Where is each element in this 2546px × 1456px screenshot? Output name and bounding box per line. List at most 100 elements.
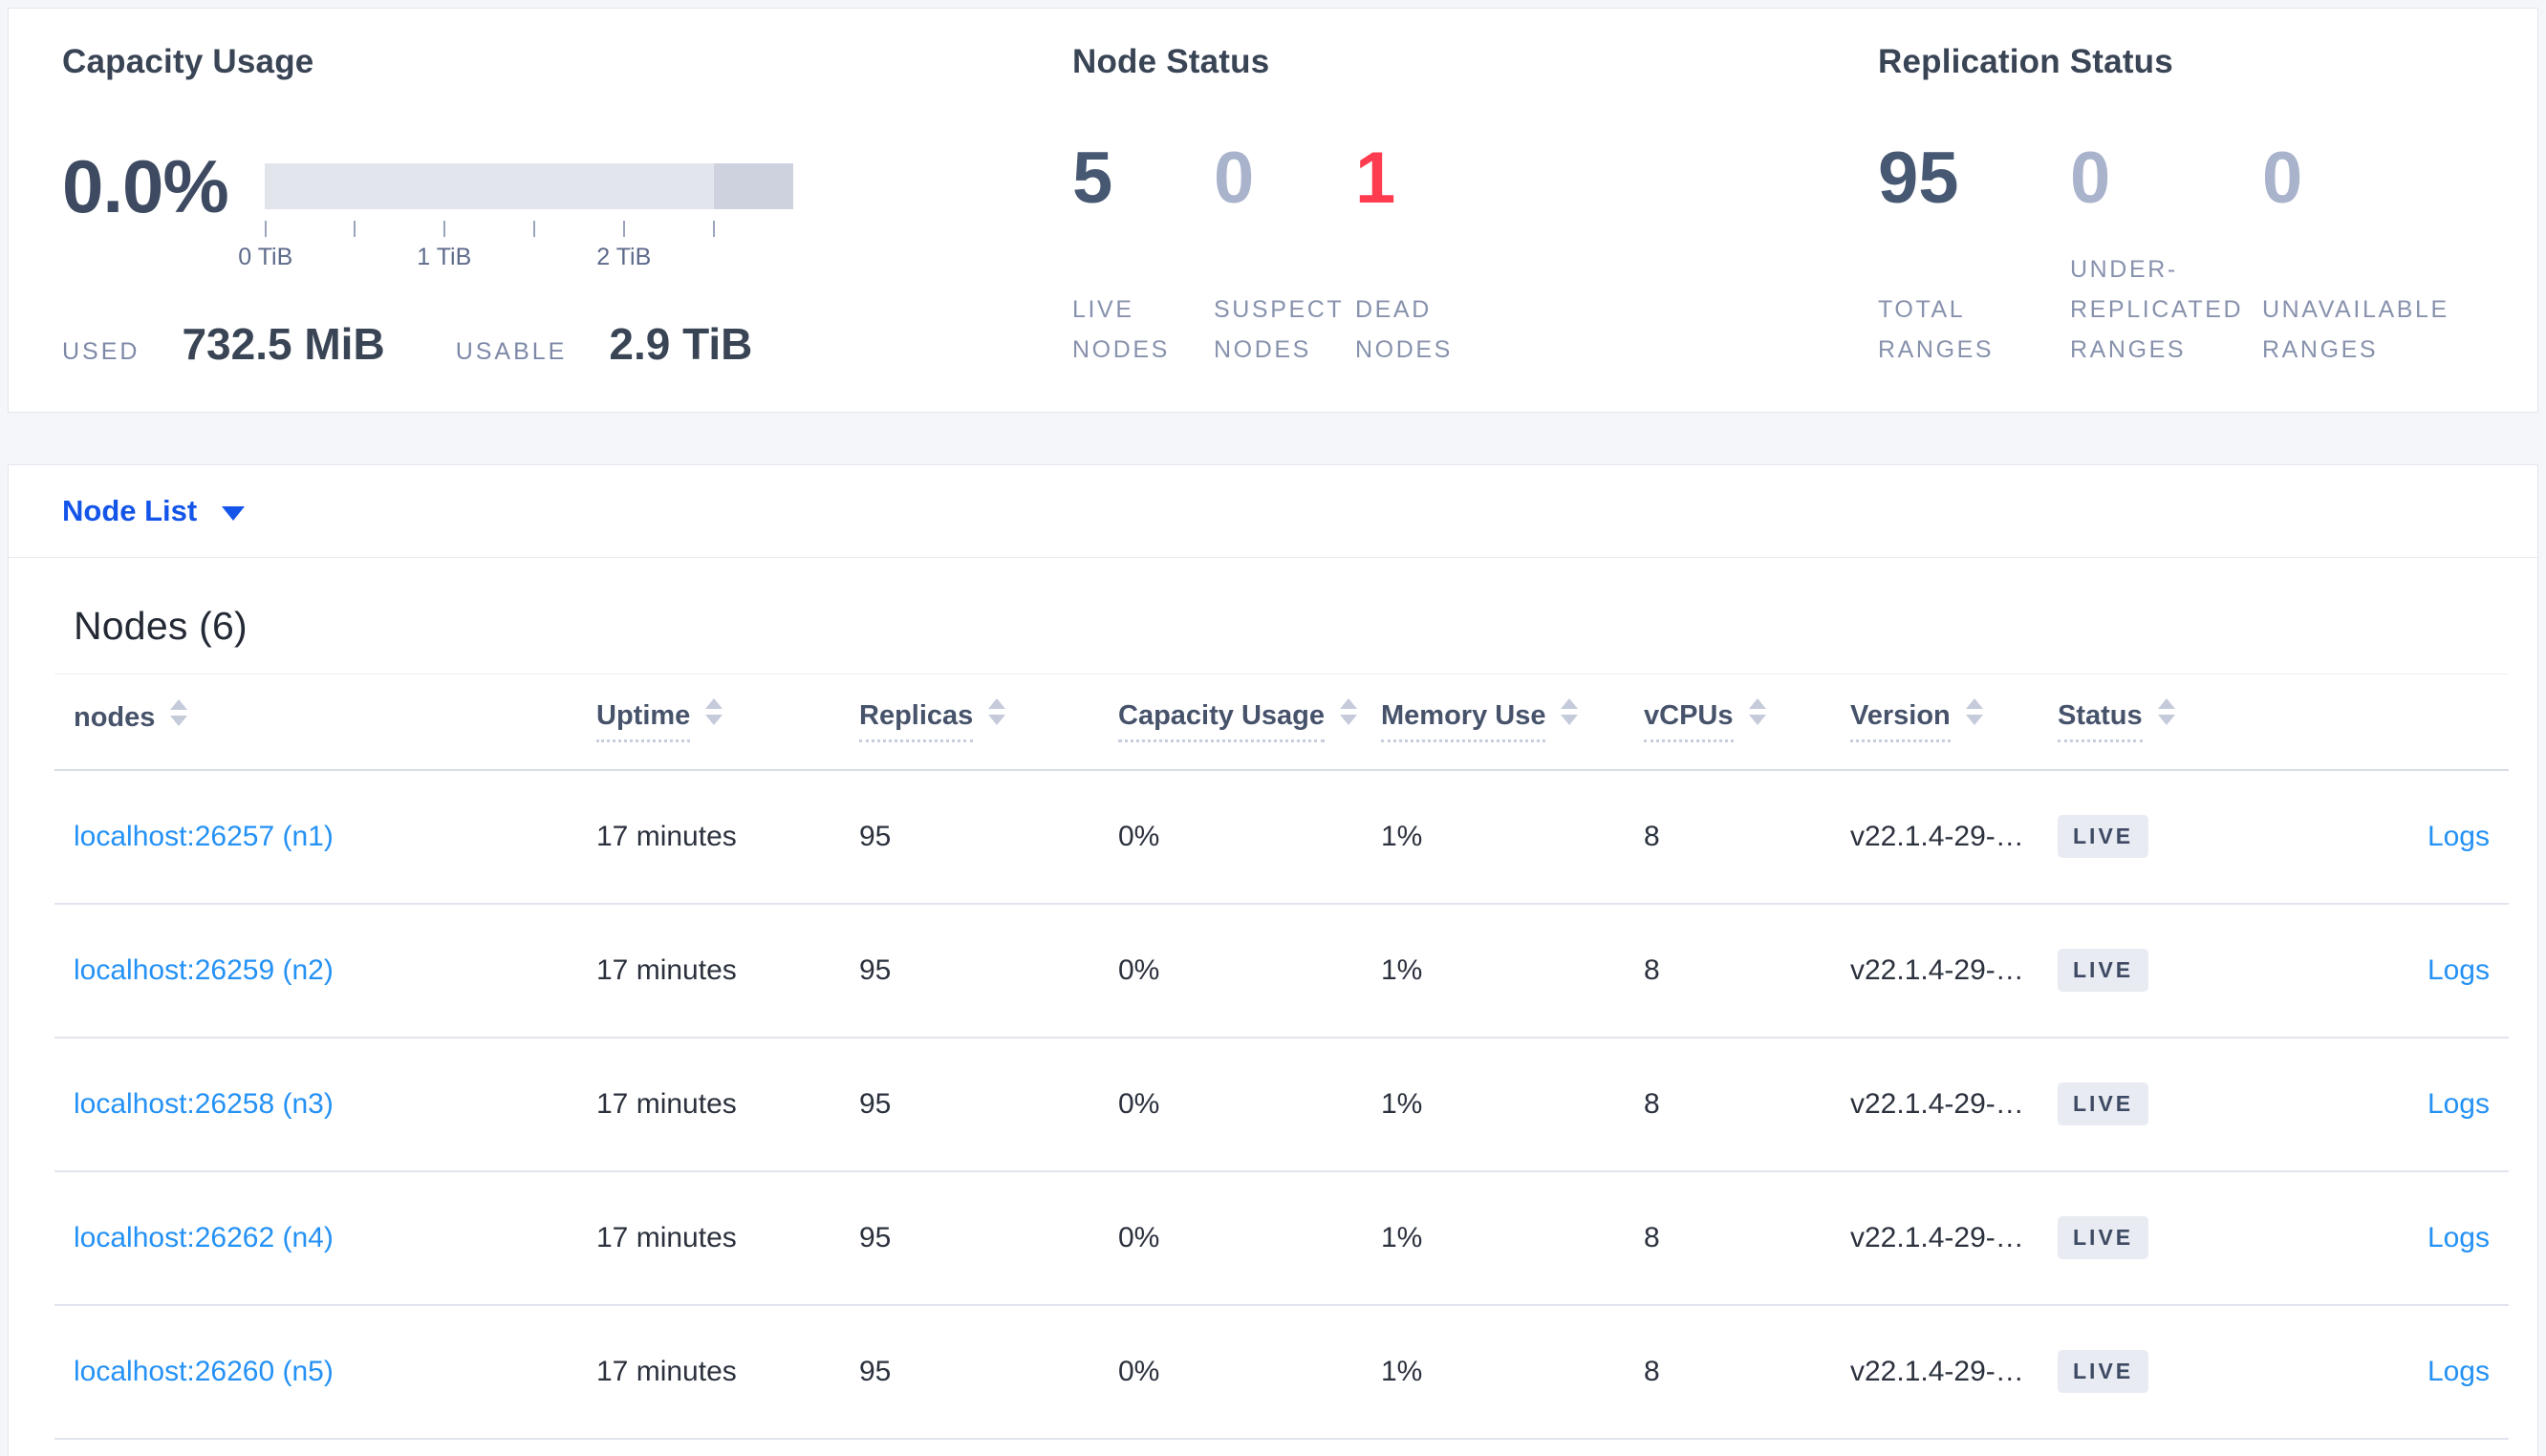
capacity-usage-cell-cell: 0% — [1099, 903, 1362, 1038]
col-header-label[interactable]: vCPUs — [1644, 700, 1734, 743]
gauge-tick-label: 0 TiB — [238, 244, 293, 270]
logs-link[interactable]: Logs — [2427, 1088, 2490, 1120]
gauge-tick-label: 1 TiB — [417, 244, 472, 270]
sort-icon[interactable] — [170, 699, 188, 727]
nodes-table: nodes Uptime Replicas Capacity Usage Memory … — [54, 674, 2509, 1440]
col-header-vcpus[interactable]: vCPUs — [1625, 674, 1831, 771]
replication-status-panel: Replication Status 95 0 0 TOTAL RANGES U… — [1878, 9, 2537, 412]
status-badge: LIVE — [2058, 815, 2149, 858]
node-link[interactable]: localhost:26260 (n5) — [74, 1356, 334, 1387]
sort-icon[interactable] — [1965, 697, 1983, 725]
total-ranges-count: 95 — [1878, 138, 1959, 219]
capacity-bar: 0 TiB 1 TiB 2 TiB — [238, 163, 793, 270]
sort-icon[interactable] — [1561, 697, 1579, 725]
logs-link-cell: Logs — [2268, 1037, 2509, 1172]
usable-label: USABLE — [455, 338, 568, 365]
version-cell-cell: v22.1.4-29-g… — [1831, 769, 2039, 905]
replicas-cell-cell: 95 — [840, 769, 1099, 905]
live-nodes-label: LIVE NODES — [1072, 296, 1170, 363]
vcpus-cell-cell: 8 — [1625, 903, 1831, 1038]
table-row: localhost:26260 (n5) 17 minutes 95 0% 1% 8 v22… — [54, 1304, 2509, 1440]
node-link[interactable]: localhost:26262 (n4) — [74, 1222, 334, 1253]
node-list-panel: Node List Nodes (6) nodes Uptime Replicas C… — [8, 464, 2538, 1456]
uptime-cell-cell: 17 minutes — [577, 1170, 840, 1306]
status-badge-cell: LIVE — [2039, 903, 2268, 1038]
dead-nodes-count: 1 — [1355, 138, 1396, 219]
logs-link-cell: Logs — [2268, 903, 2509, 1038]
replication-status-title: Replication Status — [1878, 43, 2173, 80]
view-selector-label[interactable]: Node List — [62, 494, 197, 528]
status-badge: LIVE — [2058, 1350, 2149, 1393]
table-row: localhost:26259 (n2) 17 minutes 95 0% 1% 8 v22… — [54, 903, 2509, 1038]
logs-link-cell: Logs — [2268, 1170, 2509, 1306]
col-header-label[interactable]: Capacity Usage — [1118, 700, 1325, 743]
col-header-status[interactable]: Status — [2039, 674, 2268, 771]
logs-link[interactable]: Logs — [2427, 1222, 2490, 1253]
vcpus-cell-cell: 8 — [1625, 1170, 1831, 1306]
view-selector-dropdown[interactable]: Node List — [9, 465, 2537, 558]
node-link[interactable]: localhost:26257 (n1) — [74, 821, 334, 852]
node-link-cell: localhost:26257 (n1) — [54, 769, 577, 905]
node-status-panel: Node Status 5 0 1 LIVE NODES SUSPECT NOD… — [1072, 9, 1878, 412]
replication-values: 95 0 0 — [1878, 142, 2537, 215]
memory-use-cell-cell: 1% — [1362, 1170, 1625, 1306]
col-header-memory-use[interactable]: Memory Use — [1362, 674, 1625, 771]
sort-icon[interactable] — [1340, 697, 1357, 725]
gauge-tick — [532, 221, 535, 237]
replicas-cell-cell: 95 — [840, 1170, 1099, 1306]
replicas-cell-cell: 95 — [840, 903, 1099, 1038]
node-status-title: Node Status — [1072, 43, 1270, 80]
under-replicated-ranges-count: 0 — [2070, 138, 2111, 219]
capacity-percent: 0.0% — [62, 144, 229, 228]
node-link-cell: localhost:26258 (n3) — [54, 1037, 577, 1172]
col-header-label[interactable]: Uptime — [596, 700, 691, 743]
col-header-replicas[interactable]: Replicas — [840, 674, 1099, 771]
sort-icon[interactable] — [1748, 697, 1766, 725]
capacity-usage-title: Capacity Usage — [62, 43, 314, 80]
vcpus-cell-cell: 8 — [1625, 1304, 1831, 1440]
memory-use-cell-cell: 1% — [1362, 1304, 1625, 1440]
suspect-nodes-count: 0 — [1214, 138, 1255, 219]
status-badge: LIVE — [2058, 1082, 2149, 1125]
col-header-label[interactable]: nodes — [74, 702, 155, 741]
logs-link[interactable]: Logs — [2427, 821, 2490, 852]
memory-use-cell-cell: 1% — [1362, 769, 1625, 905]
col-header-label[interactable]: Status — [2058, 700, 2143, 743]
nodes-section: Nodes (6) nodes Uptime Replicas Capacity Us… — [9, 558, 2537, 1440]
col-header-label[interactable]: Version — [1850, 700, 1951, 743]
col-header-label[interactable]: Memory Use — [1381, 700, 1546, 743]
capacity-usage-cell-cell: 0% — [1099, 1304, 1362, 1440]
capacity-usage-cell-cell: 0% — [1099, 1170, 1362, 1306]
node-link[interactable]: localhost:26259 (n2) — [74, 954, 334, 986]
col-header-label[interactable]: Replicas — [859, 700, 974, 743]
logs-link[interactable]: Logs — [2427, 954, 2490, 986]
col-header-capacity-usage[interactable]: Capacity Usage — [1099, 674, 1362, 771]
memory-use-cell-cell: 1% — [1362, 903, 1625, 1038]
logs-link-cell: Logs — [2268, 769, 2509, 905]
under-replicated-ranges-label: UNDER-REPLICATED RANGES — [2070, 256, 2244, 363]
node-link[interactable]: localhost:26258 (n3) — [74, 1088, 334, 1120]
gauge-tick-label: 2 TiB — [596, 244, 652, 270]
capacity-bar-track — [264, 163, 793, 209]
usable-value: 2.9 TiB — [609, 319, 753, 369]
sort-icon[interactable] — [2157, 697, 2175, 725]
uptime-cell-cell: 17 minutes — [577, 1037, 840, 1172]
col-header-version[interactable]: Version — [1831, 674, 2039, 771]
capacity-usage-cell-cell: 0% — [1099, 1037, 1362, 1172]
logs-link[interactable]: Logs — [2427, 1356, 2490, 1387]
status-badge-cell: LIVE — [2039, 1170, 2268, 1306]
gauge-tick — [622, 221, 625, 237]
capacity-bar-nonusable-segment — [713, 163, 793, 209]
col-header-uptime[interactable]: Uptime — [577, 674, 840, 771]
col-header-nodes[interactable]: nodes — [54, 674, 577, 771]
gauge-tick — [353, 221, 356, 237]
capacity-gauge: 0.0% 0 TiB 1 TiB 2 TiB — [62, 142, 1072, 270]
replicas-cell-cell: 95 — [840, 1037, 1099, 1172]
sort-icon[interactable] — [705, 697, 723, 725]
used-value: 732.5 MiB — [182, 319, 385, 369]
sort-icon[interactable] — [988, 697, 1006, 725]
table-row: localhost:26258 (n3) 17 minutes 95 0% 1% 8 v22… — [54, 1037, 2509, 1172]
node-status-values: 5 0 1 — [1072, 142, 1878, 215]
uptime-cell-cell: 17 minutes — [577, 903, 840, 1038]
gauge-tick — [264, 221, 267, 237]
